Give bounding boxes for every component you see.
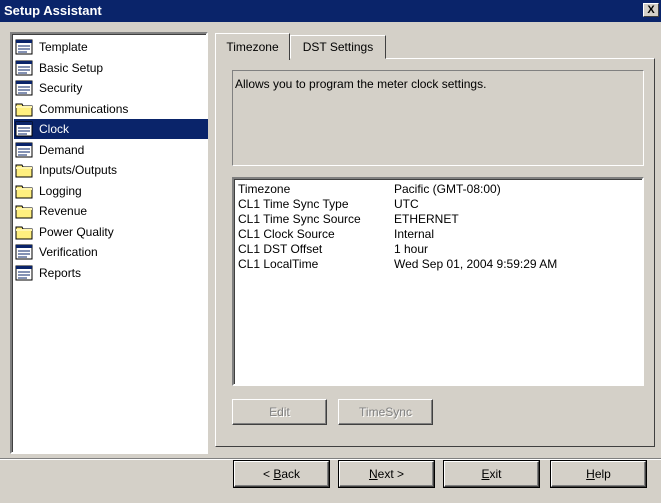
- page-icon: [14, 79, 34, 97]
- tree-item-basic-setup[interactable]: Basic Setup: [14, 58, 208, 78]
- tree-item-template[interactable]: Template: [14, 37, 208, 57]
- folder-icon: [14, 182, 34, 200]
- title-bar: Setup Assistant X: [0, 0, 661, 22]
- tree-item-revenue[interactable]: Revenue: [14, 201, 208, 221]
- tree-item-reports[interactable]: Reports: [14, 263, 208, 283]
- exit-button[interactable]: Exit: [443, 460, 540, 488]
- tree-item-inputs-outputs[interactable]: Inputs/Outputs: [14, 160, 208, 180]
- folder-icon: [14, 202, 34, 220]
- edit-button[interactable]: Edit: [232, 399, 327, 425]
- tree-item-label: Inputs/Outputs: [39, 163, 118, 177]
- footer-separator: [0, 458, 661, 460]
- page-icon: [14, 59, 34, 77]
- close-button[interactable]: X: [643, 3, 659, 17]
- page-icon: [14, 141, 34, 159]
- tree-item-label: Security: [39, 81, 83, 95]
- tree-item-label: Demand: [39, 142, 85, 157]
- next-button[interactable]: Next >: [338, 460, 435, 488]
- timesync-button[interactable]: TimeSync: [338, 399, 433, 425]
- page-icon: [14, 264, 34, 282]
- tree-item-label: Basic Setup: [39, 60, 104, 75]
- property-key: CL1 DST Offset: [238, 242, 323, 256]
- tree-item-label: Communications: [39, 101, 129, 116]
- property-value: Pacific (GMT-08:00): [394, 182, 501, 196]
- folder-icon: [14, 223, 34, 241]
- property-key: CL1 Time Sync Type: [238, 197, 349, 211]
- tree-item-label: Clock: [39, 122, 70, 136]
- tree-item-label: Reports: [39, 265, 82, 280]
- tree-item-label: Template: [39, 40, 88, 54]
- tree-item-logging[interactable]: Logging: [14, 181, 208, 201]
- tree-item-label: Power Quality: [39, 224, 114, 239]
- back-button[interactable]: < Back: [233, 460, 330, 488]
- property-value: 1 hour: [394, 242, 429, 256]
- tab-dst-settings-label: DST Settings: [302, 40, 374, 54]
- tree-item-power-quality[interactable]: Power Quality: [14, 222, 208, 242]
- folder-icon: [14, 100, 34, 118]
- tab-timezone-label: Timezone: [226, 40, 279, 54]
- tab-timezone[interactable]: Timezone: [215, 33, 290, 60]
- tree-item-label: Logging: [39, 183, 82, 198]
- page-icon: [14, 243, 34, 261]
- property-value: ETHERNET: [394, 212, 459, 226]
- property-value: UTC: [394, 197, 419, 211]
- tree-item-label: Verification: [39, 245, 98, 259]
- tree-item-security[interactable]: Security: [14, 78, 208, 98]
- tab-dst-settings[interactable]: DST Settings: [290, 35, 386, 59]
- description-box: Allows you to program the meter clock se…: [232, 70, 644, 166]
- property-key: CL1 Time Sync Source: [238, 212, 361, 226]
- tree-item-label: Revenue: [39, 204, 88, 218]
- tree-item-clock[interactable]: Clock: [14, 119, 208, 139]
- back-button-label: < Back: [262, 467, 301, 481]
- tree-item-demand[interactable]: Demand: [14, 140, 208, 160]
- tree-item-communications[interactable]: Communications: [14, 99, 208, 119]
- help-button-label: Help: [586, 467, 611, 481]
- property-key: Timezone: [238, 182, 291, 196]
- property-value: Internal: [394, 227, 435, 241]
- setup-tree[interactable]: Template Basic Setup Security Communication…: [10, 32, 208, 454]
- window-title: Setup Assistant: [4, 3, 102, 18]
- property-key: CL1 Clock Source: [238, 227, 335, 241]
- timesync-button-label: TimeSync: [359, 405, 412, 419]
- folder-icon: [14, 161, 34, 179]
- page-icon: [14, 120, 34, 138]
- property-value: Wed Sep 01, 2004 9:59:29 AM: [394, 257, 558, 271]
- page-icon: [14, 38, 34, 56]
- description-text: Allows you to program the meter clock se…: [235, 77, 487, 91]
- help-button[interactable]: Help: [550, 460, 647, 488]
- tree-item-verification[interactable]: Verification: [14, 242, 208, 262]
- exit-button-label: Exit: [481, 467, 502, 481]
- next-button-label: Next >: [368, 467, 405, 481]
- edit-button-label: Edit: [269, 405, 290, 419]
- property-key: CL1 LocalTime: [238, 257, 319, 271]
- properties-list[interactable]: Timezone Pacific (GMT-08:00) CL1 Time Sync…: [232, 177, 644, 386]
